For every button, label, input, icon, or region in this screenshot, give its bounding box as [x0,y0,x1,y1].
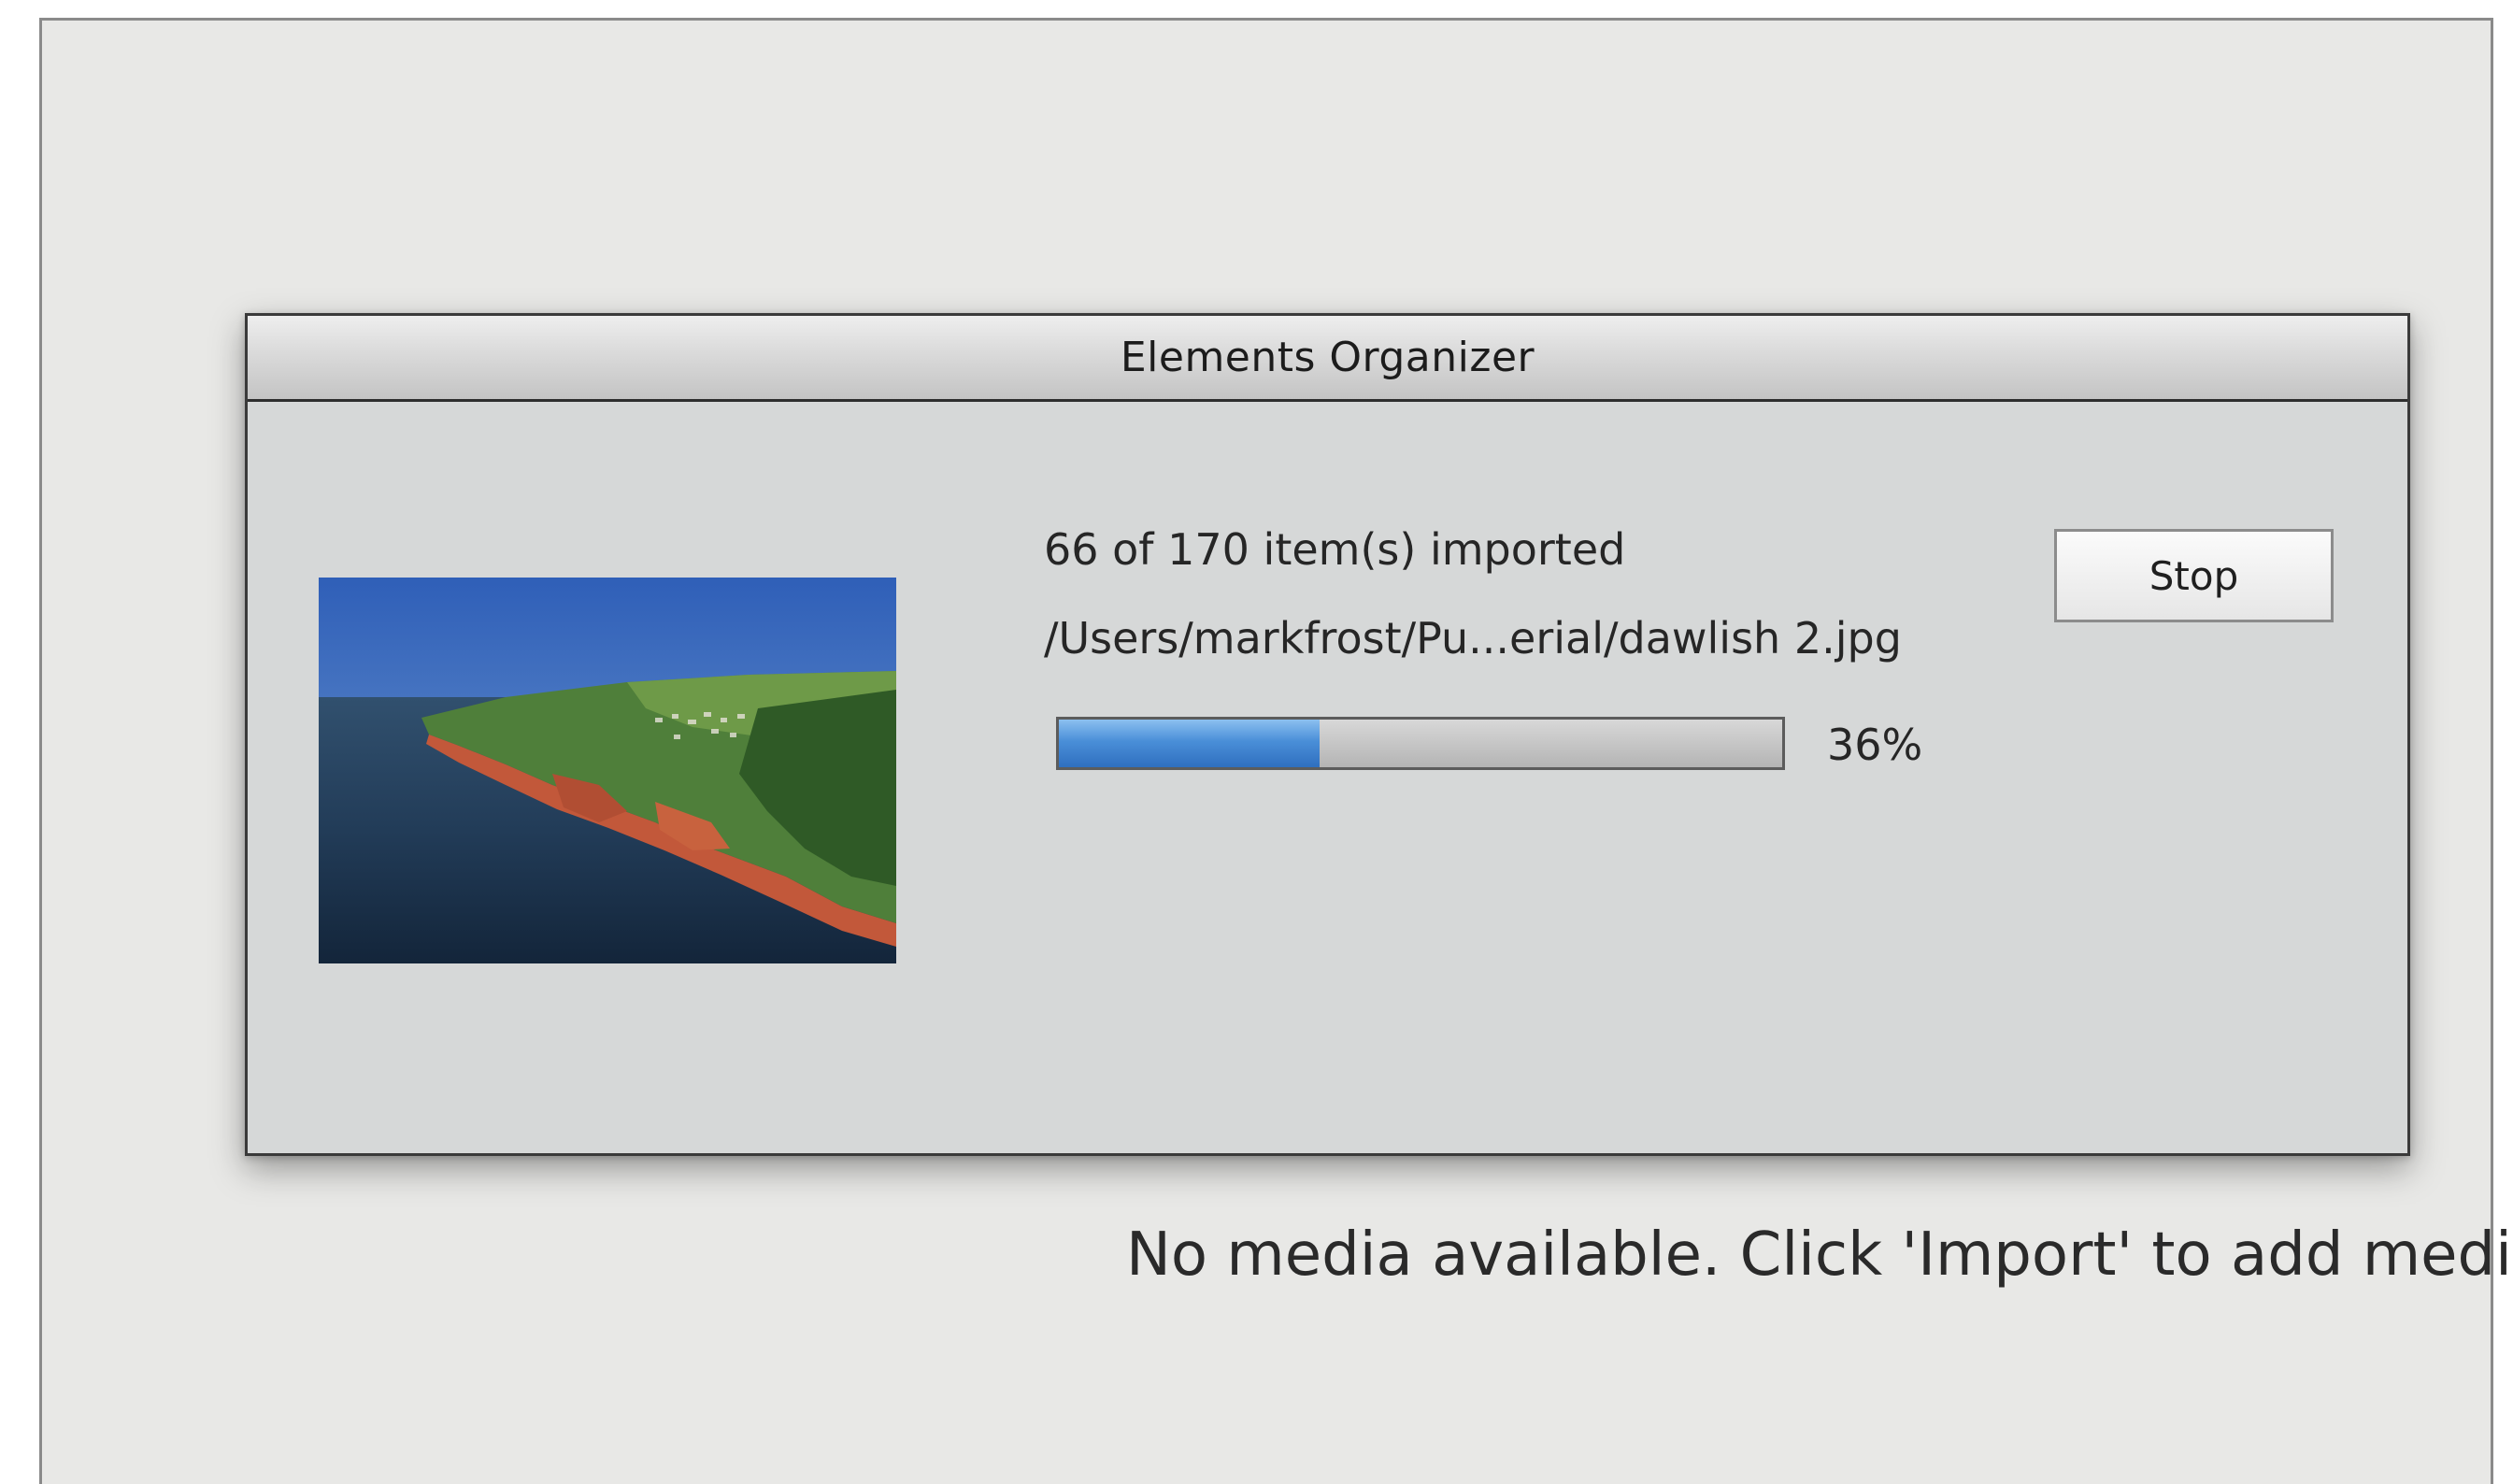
progress-bar-fill [1059,720,1320,767]
import-progress-dialog: Elements Organizer 66 of 170 item(s) imp… [245,313,2410,1156]
stop-button[interactable]: Stop [2054,529,2334,622]
current-file-path: /Users/markfrost/Pu...erial/dawlish 2.jp… [1044,613,1902,664]
dialog-titlebar[interactable]: Elements Organizer [248,316,2407,402]
import-progress-bar [1056,717,1785,770]
progress-percent: 36% [1827,720,1923,770]
photo-thumbnail [319,578,896,963]
dialog-title: Elements Organizer [1120,334,1535,381]
organizer-media-area: Elements Organizer 66 of 170 item(s) imp… [39,18,2513,1484]
import-count-text: 66 of 170 item(s) imported [1044,524,1626,575]
no-media-message: No media available. Click 'Import' to ad… [1126,1220,2513,1290]
